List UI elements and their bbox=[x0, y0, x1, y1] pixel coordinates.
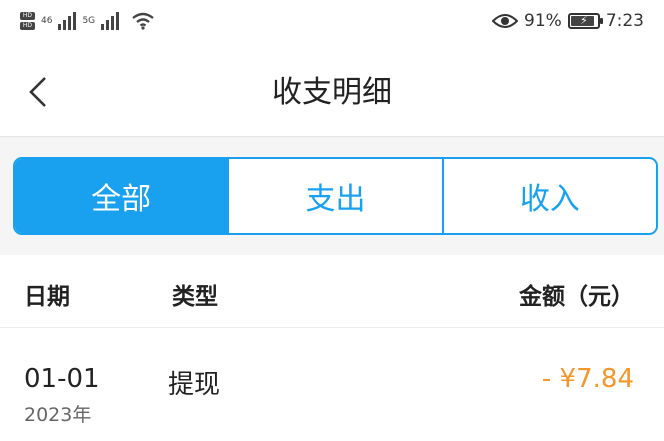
row-year: 2023年 bbox=[24, 404, 92, 426]
battery-icon: ⚡ bbox=[567, 13, 603, 29]
network-type-label: 46 bbox=[41, 15, 53, 26]
tab-all[interactable]: 全部 bbox=[15, 159, 228, 233]
header-date: 日期 bbox=[24, 284, 70, 310]
status-left: HD HD 46 5G bbox=[20, 12, 155, 30]
network-type-2: 5G bbox=[82, 15, 96, 26]
network-type-1: 46 bbox=[41, 15, 53, 26]
filter-tabs: 全部 支出 收入 bbox=[13, 157, 658, 235]
eye-icon bbox=[492, 14, 519, 28]
status-right: 91% ⚡ 7:23 bbox=[492, 11, 644, 31]
status-time: 7:23 bbox=[605, 11, 644, 31]
row-type: 提现 bbox=[168, 370, 221, 400]
signal-icon bbox=[58, 12, 77, 30]
header-type: 类型 bbox=[172, 284, 218, 310]
filter-section: 全部 支出 收入 bbox=[0, 137, 664, 255]
table-row[interactable]: 01-01 2023年 提现 - ¥7.84 bbox=[0, 328, 664, 441]
hd-icon: HD HD bbox=[20, 12, 35, 30]
table-header: 日期 类型 金额（元） bbox=[0, 255, 664, 328]
tab-expense[interactable]: 支出 bbox=[227, 159, 441, 233]
battery-percent: 91% bbox=[524, 11, 562, 31]
status-bar: HD HD 46 5G 91% ⚡ 7:23 bbox=[0, 0, 664, 42]
header-amount: 金额（元） bbox=[519, 284, 634, 310]
row-amount: - ¥7.84 bbox=[541, 364, 634, 394]
navigation-bar: 收支明细 bbox=[0, 42, 664, 137]
charging-icon: ⚡ bbox=[579, 14, 588, 27]
tab-income[interactable]: 收入 bbox=[441, 159, 656, 233]
signal-icon-2 bbox=[101, 12, 120, 30]
network-type-label-2: 5G bbox=[82, 15, 96, 26]
row-date: 01-01 bbox=[24, 364, 100, 394]
page-title: 收支明细 bbox=[272, 75, 392, 110]
wifi-icon bbox=[132, 12, 154, 30]
